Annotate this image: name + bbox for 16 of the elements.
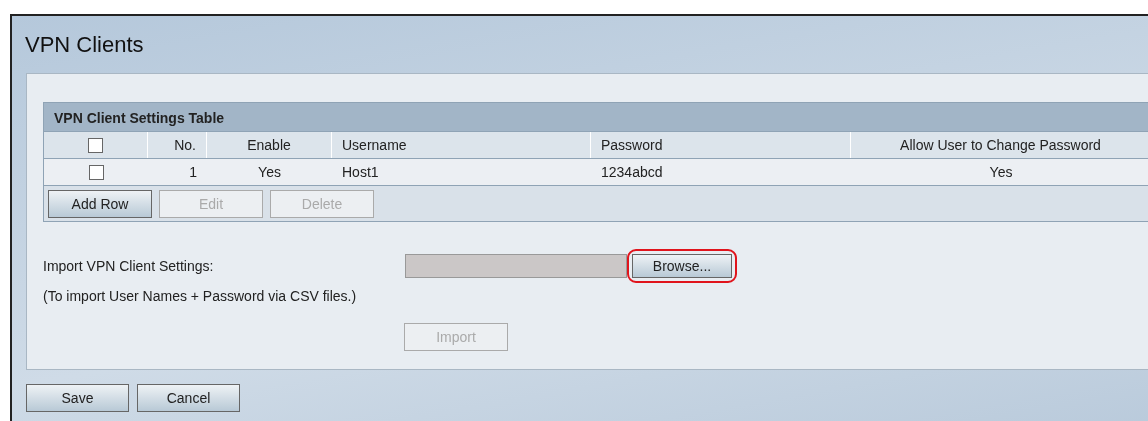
file-path-field[interactable] xyxy=(405,254,627,278)
footer-button[interactable]: Save xyxy=(26,384,129,412)
row-checkbox[interactable] xyxy=(88,164,104,180)
table-cell-text: Yes xyxy=(988,163,1014,182)
table-cell-text: Yes xyxy=(257,163,282,182)
table-title: VPN Client Settings Table xyxy=(44,103,1148,131)
page-title: VPN Clients xyxy=(25,31,144,58)
table-cell-text: 1 xyxy=(188,163,198,182)
table-button[interactable]: Add Row xyxy=(48,190,152,218)
table-cell-text: Host1 xyxy=(341,163,380,182)
select-all-checkbox[interactable] xyxy=(88,137,103,153)
footer-button[interactable]: Cancel xyxy=(137,384,240,412)
import-note: (To import User Names + Password via CSV files.) xyxy=(43,288,358,304)
table-cell-text: 1234abcd xyxy=(600,163,664,182)
browse-button[interactable]: Browse... xyxy=(632,254,732,278)
import-label: Import VPN Client Settings: xyxy=(43,258,215,274)
